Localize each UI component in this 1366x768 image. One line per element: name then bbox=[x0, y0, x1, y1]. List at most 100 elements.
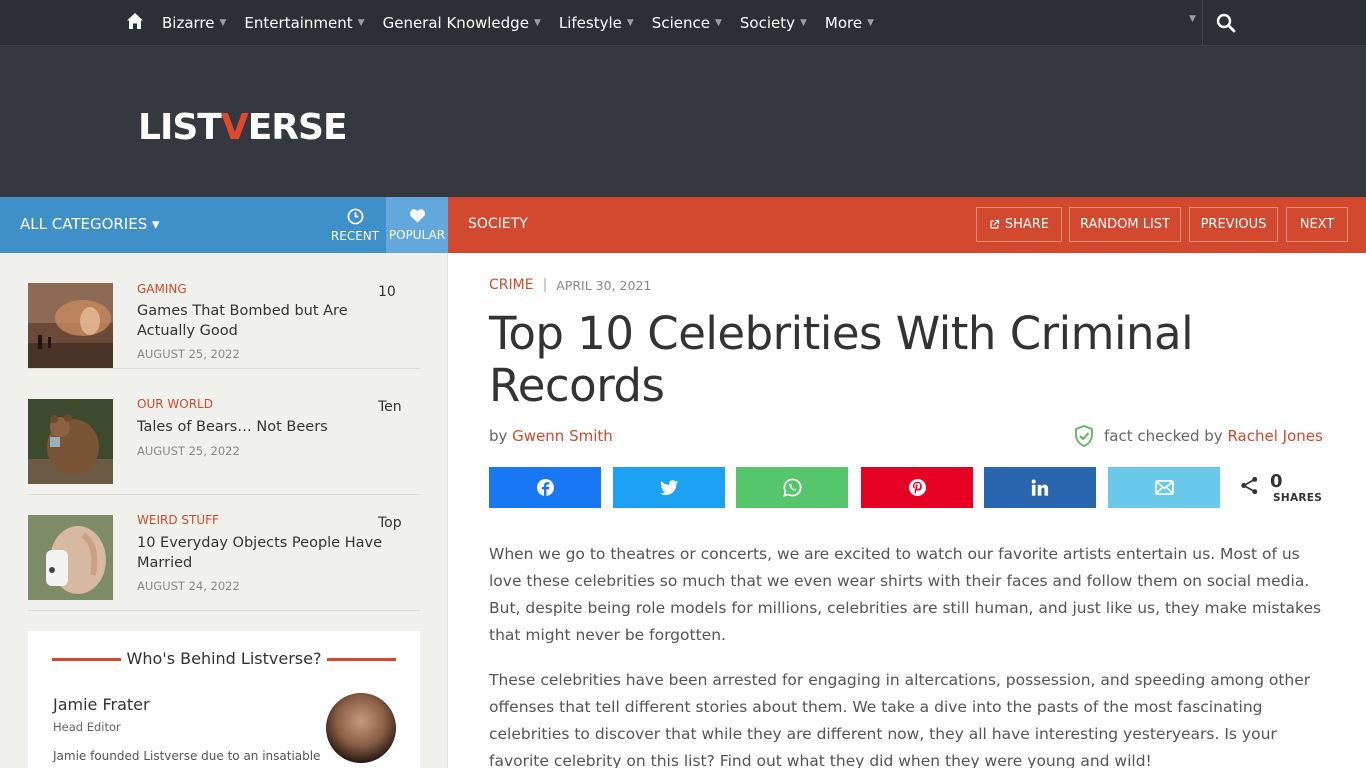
widget-heading-text: Who's Behind Listverse? bbox=[120, 649, 328, 668]
post-number: Top bbox=[378, 515, 402, 531]
menu-item-more[interactable]: More ▼ bbox=[825, 14, 874, 32]
article-toolbar: SOCIETY SHARE RANDOM LIST PREVIOUS NEXT bbox=[448, 197, 1366, 253]
menu-item-general-knowledge[interactable]: General Knowledge ▼ bbox=[383, 14, 541, 32]
all-categories-dropdown[interactable]: ALL CATEGORIES ▾ bbox=[20, 215, 160, 233]
menu-item-society[interactable]: Society ▼ bbox=[740, 14, 807, 32]
article-date: APRIL 30, 2021 bbox=[556, 277, 652, 293]
article-category[interactable]: CRIME bbox=[489, 277, 534, 293]
share-count: 0 SHARES bbox=[1240, 471, 1330, 507]
menu-item-entertainment[interactable]: Entertainment ▼ bbox=[244, 14, 364, 32]
chevron-down-icon: ▼ bbox=[533, 18, 541, 28]
section-label[interactable]: SOCIETY bbox=[468, 216, 528, 232]
post-category[interactable]: OUR WORLD bbox=[137, 397, 213, 411]
email-icon bbox=[1154, 480, 1174, 495]
logo-text: V bbox=[220, 107, 249, 148]
share-count-label: SHARES bbox=[1273, 492, 1323, 504]
previous-button[interactable]: PREVIOUS bbox=[1189, 207, 1278, 242]
sidebar-post[interactable]: GAMING 10 Games That Bombed but Are Actu… bbox=[28, 253, 420, 369]
tab-popular[interactable]: POPULAR bbox=[386, 197, 448, 253]
tab-recent[interactable]: RECENT bbox=[324, 197, 386, 253]
editor-bio: Jamie founded Listverse due to an insati… bbox=[53, 749, 321, 763]
sidebar-post[interactable]: OUR WORLD Ten Tales of Bears… Not Beers … bbox=[28, 379, 420, 495]
editor-role: Head Editor bbox=[53, 720, 121, 734]
author-link[interactable]: Gwenn Smith bbox=[512, 427, 613, 445]
article-meta: CRIME | APRIL 30, 2021 bbox=[489, 277, 651, 293]
menu-item-lifestyle[interactable]: Lifestyle ▼ bbox=[559, 14, 634, 32]
email-share-button[interactable] bbox=[1108, 467, 1220, 508]
sidebar: GAMING 10 Games That Bombed but Are Actu… bbox=[0, 253, 448, 768]
menu-item-bizarre[interactable]: Bizarre ▼ bbox=[162, 14, 226, 32]
chevron-down-icon: ▼ bbox=[219, 18, 227, 28]
pinterest-icon bbox=[908, 478, 926, 497]
post-date: AUGUST 24, 2022 bbox=[137, 579, 240, 593]
top-navigation: Bizarre ▼ Entertainment ▼ General Knowledg… bbox=[0, 0, 1366, 46]
fact-checker-link[interactable]: Rachel Jones bbox=[1227, 427, 1322, 445]
main-menu: Bizarre ▼ Entertainment ▼ General Knowledg… bbox=[162, 0, 892, 46]
linkedin-share-button[interactable] bbox=[984, 467, 1096, 508]
site-logo[interactable]: LISTVERSE bbox=[138, 107, 348, 148]
external-link-icon bbox=[990, 219, 1000, 229]
post-number: Ten bbox=[378, 399, 402, 415]
next-button[interactable]: NEXT bbox=[1286, 207, 1348, 242]
menu-item-science[interactable]: Science ▼ bbox=[652, 14, 722, 32]
fact-check: fact checked by Rachel Jones bbox=[1074, 425, 1323, 447]
post-thumbnail[interactable] bbox=[28, 515, 113, 600]
avatar[interactable] bbox=[326, 693, 396, 763]
post-title[interactable]: Games That Bombed but Are Actually Good bbox=[137, 301, 402, 341]
post-date: AUGUST 25, 2022 bbox=[137, 444, 240, 458]
share-button[interactable]: SHARE bbox=[976, 207, 1062, 242]
chevron-down-icon[interactable]: ▼ bbox=[1189, 14, 1196, 24]
menu-label: Lifestyle bbox=[558, 14, 622, 32]
facebook-share-button[interactable] bbox=[489, 467, 601, 508]
post-title[interactable]: Tales of Bears… Not Beers bbox=[137, 417, 402, 437]
pinterest-share-button[interactable] bbox=[861, 467, 973, 508]
meta-separator: | bbox=[542, 277, 548, 293]
editor-name[interactable]: Jamie Frater bbox=[53, 695, 150, 714]
site-header: LISTVERSE bbox=[0, 46, 1366, 197]
chevron-down-icon: ▼ bbox=[357, 18, 365, 28]
chevron-down-icon: ▼ bbox=[626, 18, 634, 28]
post-category[interactable]: GAMING bbox=[137, 282, 187, 296]
tab-label: RECENT bbox=[330, 228, 380, 243]
share-icon bbox=[1241, 476, 1258, 495]
menu-label: Society bbox=[739, 14, 795, 32]
post-category[interactable]: WEIRD STUFF bbox=[137, 513, 219, 527]
article-paragraph: These celebrities have been arrested for… bbox=[489, 671, 1311, 768]
whatsapp-share-button[interactable] bbox=[736, 467, 848, 508]
twitter-share-button[interactable] bbox=[613, 467, 725, 508]
menu-label: Science bbox=[651, 14, 710, 32]
linkedin-icon bbox=[1031, 479, 1049, 496]
post-thumbnail[interactable] bbox=[28, 283, 113, 368]
post-number: 10 bbox=[378, 284, 396, 300]
nav-divider bbox=[1202, 0, 1203, 46]
share-count-number: 0 bbox=[1270, 471, 1283, 492]
clock-icon bbox=[347, 208, 363, 224]
chevron-down-icon: ▼ bbox=[714, 18, 722, 28]
facebook-icon bbox=[536, 478, 554, 497]
menu-label: Bizarre bbox=[162, 14, 215, 32]
menu-label: Entertainment bbox=[244, 14, 353, 32]
heart-icon bbox=[409, 209, 425, 223]
post-title[interactable]: 10 Everyday Objects People Have Married bbox=[137, 533, 402, 573]
sidebar-post[interactable]: WEIRD STUFF Top 10 Everyday Objects Peop… bbox=[28, 495, 420, 611]
post-date: AUGUST 25, 2022 bbox=[137, 347, 240, 361]
page-title: Top 10 Celebrities With Criminal Records bbox=[489, 307, 1194, 412]
article-paragraph: When we go to theatres or concerts, we a… bbox=[489, 545, 1322, 644]
menu-label: General Knowledge bbox=[382, 14, 529, 32]
twitter-icon bbox=[659, 479, 678, 495]
shield-check-icon bbox=[1075, 425, 1093, 447]
search-icon[interactable] bbox=[1216, 13, 1236, 33]
tab-label: POPULAR bbox=[388, 228, 446, 242]
random-list-button[interactable]: RANDOM LIST bbox=[1069, 207, 1181, 242]
category-bar: ALL CATEGORIES ▾ RECENT POPULAR bbox=[0, 197, 448, 253]
about-widget: Who's Behind Listverse? Jamie Frater Hea… bbox=[28, 631, 420, 768]
widget-heading: Who's Behind Listverse? bbox=[28, 649, 420, 668]
home-icon[interactable] bbox=[126, 12, 144, 30]
menu-label: More bbox=[824, 14, 863, 32]
byline-prefix: by bbox=[489, 427, 513, 445]
logo-text: LIST bbox=[138, 107, 222, 148]
chevron-down-icon: ▼ bbox=[799, 18, 807, 28]
post-thumbnail[interactable] bbox=[28, 399, 113, 484]
logo-text: ERSE bbox=[247, 107, 348, 148]
whatsapp-icon bbox=[782, 478, 801, 497]
